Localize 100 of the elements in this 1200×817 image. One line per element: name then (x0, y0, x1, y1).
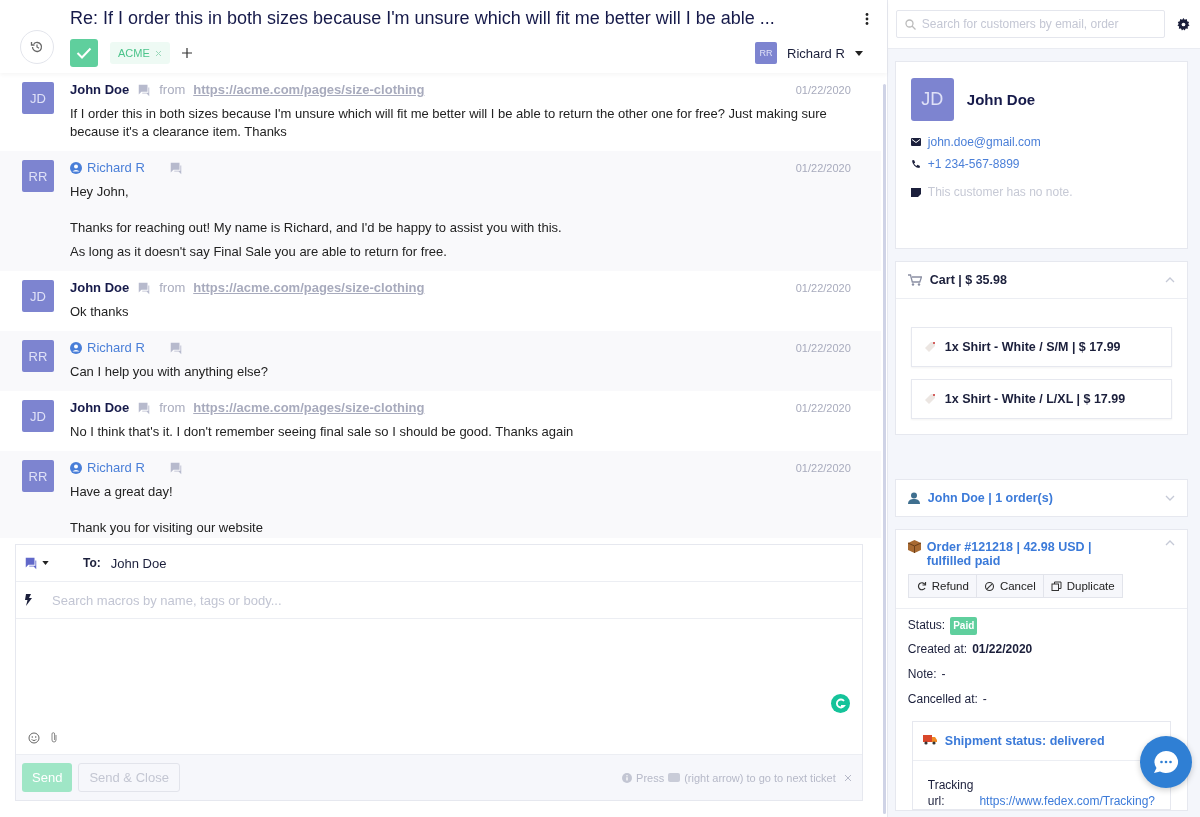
chevron-up-icon[interactable] (1165, 540, 1175, 546)
avatar: RR (22, 160, 54, 192)
recipient-name: John Doe (110, 555, 167, 571)
customer-note: This customer has no note. (927, 185, 1073, 199)
grammar-icon[interactable] (830, 694, 850, 713)
message-text: Thank you for visiting our website (70, 519, 264, 537)
message-text: If I order this in both sizes because I'm unsure which will fit me better will I be able to return the other one for free? Just making sure because it's a clearance item. Thanks (70, 105, 828, 141)
caret-icon (854, 50, 863, 56)
attachment-icon[interactable] (50, 731, 58, 744)
author-name[interactable]: Richard R (70, 160, 145, 175)
close-icon[interactable] (843, 773, 852, 782)
user-icon (70, 341, 82, 354)
assignee-dropdown[interactable]: RR Richard R (749, 41, 869, 65)
message-date: 01/22/2020 (795, 83, 851, 96)
source-link[interactable]: https://acme.com/pages/size-clothing (193, 280, 425, 295)
duplicate-button[interactable]: Duplicate (1043, 575, 1122, 597)
hint-text: (right arrow) to go to next ticket (684, 771, 836, 784)
phone-icon (910, 159, 921, 169)
search-box[interactable]: Search for customers by email, order (895, 10, 1165, 38)
hint-text: Press (636, 771, 665, 784)
message-date: 01/22/2020 (795, 161, 851, 174)
field-value: - (982, 692, 987, 706)
cancel-button[interactable]: Cancel (976, 575, 1044, 597)
source-label: from (159, 280, 186, 295)
message-text: Have a great day! (70, 483, 174, 501)
cart-title[interactable]: Cart | $ 35.98 (929, 273, 1157, 287)
mail-icon (910, 138, 921, 146)
check-icon (76, 47, 92, 59)
message-text: Can I help you with anything else? (70, 363, 269, 381)
message-text: Thanks for reaching out! My name is Richard, and I'd be happy to assist you with this. (70, 219, 563, 237)
chat-icon (137, 400, 152, 415)
message-date: 01/22/2020 (795, 401, 851, 414)
chat-icon (137, 82, 152, 97)
author-name[interactable]: Richard R (70, 340, 145, 355)
shipment-status[interactable]: Shipment status: delivered (944, 734, 1105, 748)
emoji-icon[interactable] (28, 732, 40, 744)
macro-search-field[interactable]: Search macros by name, tags or body... (50, 591, 854, 609)
author-name[interactable]: Richard R (70, 460, 145, 475)
author-name: John Doe (70, 400, 130, 415)
source-label: from (159, 82, 186, 97)
lightning-icon (24, 594, 32, 606)
field-value: - (941, 667, 946, 681)
chat-bubble-icon (1153, 750, 1179, 774)
status-badge: Paid (950, 617, 978, 635)
field-label: Note: (907, 667, 937, 681)
avatar: RR (22, 340, 54, 372)
remove-icon[interactable] (154, 50, 162, 57)
refund-button[interactable]: Refund (908, 575, 977, 597)
history-icon (30, 40, 44, 54)
chat-icon (24, 556, 38, 570)
source-label: from (159, 400, 186, 415)
to-label: To: (83, 556, 101, 570)
cart-item[interactable]: 1x Shirt - White / L/XL | $ 17.99 (910, 379, 1172, 419)
more-icon[interactable] (864, 12, 869, 25)
chevron-up-icon[interactable] (1165, 277, 1175, 283)
field-label: Tracking url: (927, 777, 974, 809)
source-link[interactable]: https://acme.com/pages/size-clothing (193, 82, 425, 97)
order-title[interactable]: Order #121218 | 42.98 USD | fulfilled paid (926, 540, 1159, 568)
info-icon (622, 772, 633, 783)
chat-icon (168, 160, 183, 175)
user-icon (70, 461, 82, 474)
chat-icon (168, 340, 183, 355)
email-link[interactable]: john.doe@gmail.com (927, 135, 1041, 149)
tag-icon (923, 393, 937, 405)
message-date: 01/22/2020 (795, 341, 851, 354)
source-link[interactable]: https://acme.com/pages/size-clothing (193, 400, 425, 415)
close-ticket-button[interactable] (70, 39, 98, 67)
field-value: 01/22/2020 (972, 642, 1033, 656)
box-icon (907, 540, 921, 553)
avatar: RR (22, 460, 54, 492)
history-button[interactable] (20, 30, 54, 64)
tracking-link[interactable]: https://www.fedex.com/Tracking? (979, 793, 1155, 809)
avatar: JD (22, 400, 54, 432)
cancel-icon (983, 580, 995, 592)
phone-link[interactable]: +1 234-567-8899 (927, 157, 1020, 171)
add-icon[interactable] (181, 48, 192, 58)
user-icon (907, 492, 920, 504)
cart-item[interactable]: 1x Shirt - White / S/M | $ 17.99 (910, 327, 1172, 367)
message-text: Hey John, (70, 183, 130, 201)
key-icon (668, 773, 681, 782)
customer-name: John Doe (966, 91, 1036, 108)
caret-icon (42, 561, 49, 565)
chevron-down-icon[interactable] (1165, 495, 1175, 501)
settings-icon[interactable] (1177, 17, 1190, 31)
field-label: Status: (907, 618, 946, 632)
copy-icon (1050, 580, 1062, 592)
message-date: 01/22/2020 (795, 461, 851, 474)
chat-icon (168, 460, 183, 475)
message-text: No I think that's it. I don't remember seeing final sale so I should be good. Thanks again (70, 423, 575, 441)
orders-summary[interactable]: John Doe | 1 order(s) (927, 491, 1157, 505)
chat-icon (137, 280, 152, 295)
refresh-icon (915, 580, 927, 592)
tag-icon (923, 341, 937, 353)
channel-dropdown[interactable] (24, 556, 49, 570)
message-text: As long as it doesn't say Final Sale you are able to return for free. (70, 243, 448, 261)
message-text: Ok thanks (70, 303, 130, 321)
author-name: John Doe (70, 82, 130, 97)
cart-icon (907, 274, 922, 286)
avatar: JD (22, 82, 54, 114)
search-icon (904, 18, 916, 30)
